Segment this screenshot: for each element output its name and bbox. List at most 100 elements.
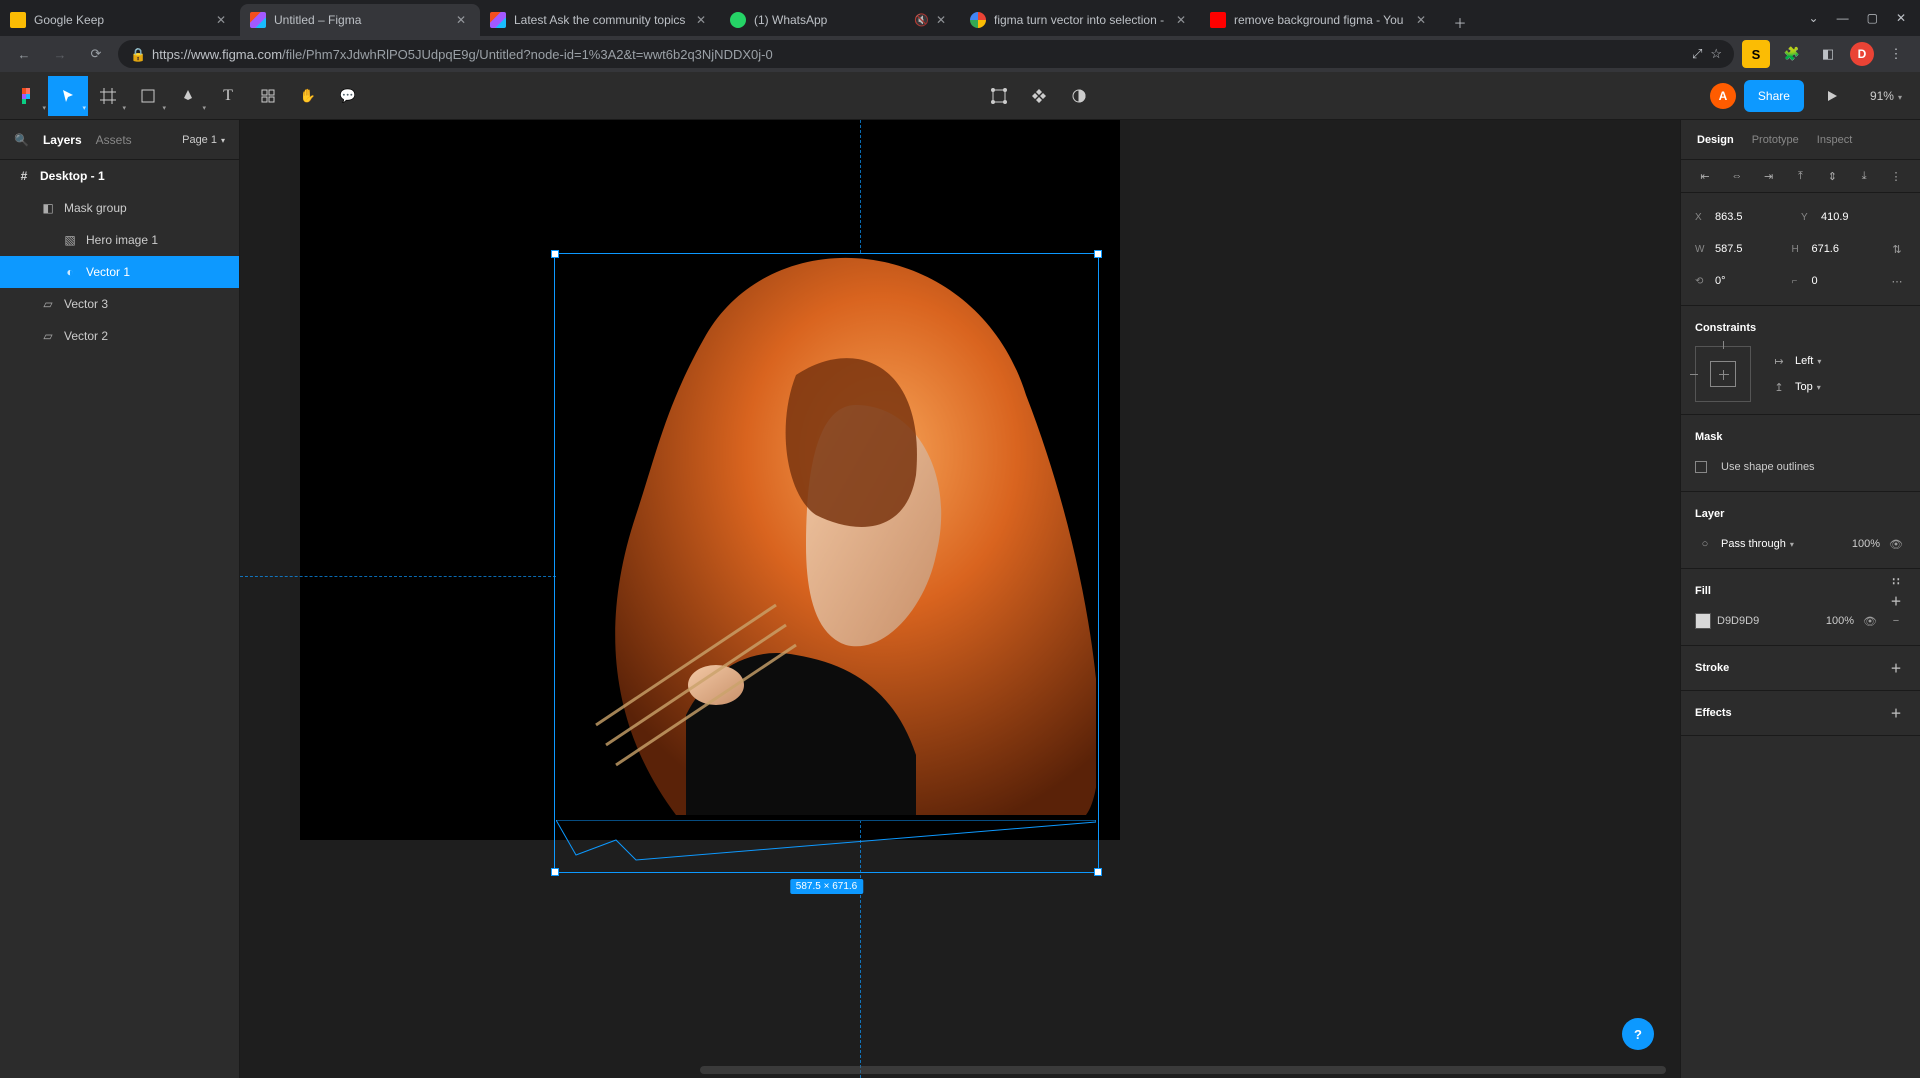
blend-mode-dropdown[interactable]: Pass through [1721, 538, 1846, 550]
mask-icon[interactable] [1059, 76, 1099, 116]
resources-tool[interactable] [248, 76, 288, 116]
reload-button[interactable]: ⟳ [82, 40, 110, 68]
extensions-icon[interactable]: 🧩 [1778, 40, 1806, 68]
browser-tab-active[interactable]: Untitled – Figma ✕ [240, 4, 480, 36]
user-avatar[interactable]: A [1710, 83, 1736, 109]
search-tabs-icon[interactable]: ⌄ [1809, 11, 1819, 25]
align-hcenter-icon[interactable]: ⇔ [1727, 166, 1747, 186]
frame-tool[interactable]: ▾ [88, 76, 128, 116]
browser-tab[interactable]: (1) WhatsApp 🔇 ✕ [720, 4, 960, 36]
selection-box[interactable]: 587.5 × 671.6 [554, 253, 1099, 873]
constrain-proportions-icon[interactable]: ⇅ [1888, 239, 1906, 259]
omnibox[interactable]: 🔒 https://www.figma.com/file/Phm7xJdwhRl… [118, 40, 1734, 68]
layer-opacity-field[interactable]: 100% [1852, 538, 1880, 550]
rotation-field[interactable]: ⟲0° [1695, 275, 1785, 287]
resize-handle[interactable] [551, 250, 559, 258]
v-constraint-dropdown[interactable]: Top [1795, 381, 1821, 393]
layer-mask-group[interactable]: ◧ Mask group [0, 192, 239, 224]
h-field[interactable]: H671.6 [1791, 243, 1881, 255]
fill-hex-field[interactable]: D9D9D9 [1717, 615, 1820, 627]
align-top-icon[interactable]: ⤒ [1790, 166, 1810, 186]
extension-icon[interactable]: S [1742, 40, 1770, 68]
align-bottom-icon[interactable]: ⤓ [1854, 166, 1874, 186]
help-button[interactable]: ? [1622, 1018, 1654, 1050]
radius-field[interactable]: ⌐0 [1791, 275, 1881, 287]
present-button[interactable] [1812, 76, 1852, 116]
layer-vector[interactable]: ▱ Vector 3 [0, 288, 239, 320]
close-icon[interactable]: ✕ [696, 13, 710, 27]
prototype-tab[interactable]: Prototype [1752, 134, 1799, 146]
h-constraint-dropdown[interactable]: Left [1795, 355, 1821, 367]
constraint-diagram[interactable] [1695, 346, 1751, 402]
styles-icon[interactable]: ∷ [1886, 571, 1906, 591]
browser-tab[interactable]: figma turn vector into selection - ✕ [960, 4, 1200, 36]
search-icon[interactable]: 🔍 [14, 133, 29, 147]
shape-tool[interactable]: ▾ [128, 76, 168, 116]
new-tab-button[interactable]: ＋ [1446, 8, 1474, 36]
pen-tool[interactable]: ▾ [168, 76, 208, 116]
maximize-icon[interactable]: ▢ [1867, 11, 1878, 25]
browser-tab[interactable]: remove background figma - You ✕ [1200, 4, 1440, 36]
visibility-icon[interactable]: 👁 [1886, 534, 1906, 554]
profile-avatar[interactable]: D [1850, 42, 1874, 66]
share-button[interactable]: Share [1744, 80, 1804, 112]
browser-tab[interactable]: Latest Ask the community topics ✕ [480, 4, 720, 36]
create-component-icon[interactable] [1019, 76, 1059, 116]
text-tool[interactable]: T [208, 76, 248, 116]
distribute-icon[interactable]: ⋮ [1886, 166, 1906, 186]
forward-button[interactable]: → [46, 40, 74, 68]
fill-swatch[interactable] [1695, 613, 1711, 629]
align-right-icon[interactable]: ⇥ [1759, 166, 1779, 186]
remove-fill-icon[interactable]: − [1886, 611, 1906, 631]
w-field[interactable]: W587.5 [1695, 243, 1785, 255]
design-tab[interactable]: Design [1697, 134, 1734, 146]
edit-object-icon[interactable] [979, 76, 1019, 116]
page-dropdown[interactable]: Page 1 [182, 134, 225, 146]
dimension-badge: 587.5 × 671.6 [790, 879, 863, 894]
canvas[interactable]: 587.5 × 671.6 ? [240, 120, 1680, 1078]
y-field[interactable]: Y410.9 [1801, 211, 1901, 223]
install-icon[interactable]: ⤢ [1692, 46, 1702, 62]
use-shape-outlines-checkbox[interactable]: Use shape outlines [1681, 451, 1920, 483]
bookmark-icon[interactable]: ☆ [1710, 46, 1722, 62]
sidepanel-icon[interactable]: ◧ [1814, 40, 1842, 68]
comment-tool[interactable]: 💬 [328, 76, 368, 116]
align-vcenter-icon[interactable]: ⇕ [1822, 166, 1842, 186]
mask-title: Mask [1695, 431, 1723, 443]
align-left-icon[interactable]: ⇤ [1695, 166, 1715, 186]
assets-tab[interactable]: Assets [96, 133, 132, 147]
hand-tool[interactable]: ✋ [288, 76, 328, 116]
x-field[interactable]: X863.5 [1695, 211, 1795, 223]
layer-frame[interactable]: # Desktop - 1 [0, 160, 239, 192]
main-menu-button[interactable]: ▾ [8, 76, 48, 116]
close-icon[interactable]: ✕ [456, 13, 470, 27]
minimize-icon[interactable]: — [1837, 11, 1849, 25]
layer-image[interactable]: ▧ Hero image 1 [0, 224, 239, 256]
resize-handle[interactable] [1094, 250, 1102, 258]
layers-tab[interactable]: Layers [43, 133, 82, 147]
close-window-icon[interactable]: ✕ [1896, 11, 1906, 25]
add-effect-icon[interactable]: ＋ [1886, 703, 1906, 723]
menu-icon[interactable]: ⋮ [1882, 40, 1910, 68]
mute-icon[interactable]: 🔇 [914, 13, 928, 27]
move-tool[interactable]: ▾ [48, 76, 88, 116]
close-icon[interactable]: ✕ [936, 13, 950, 27]
close-icon[interactable]: ✕ [216, 13, 230, 27]
browser-tab[interactable]: Google Keep ✕ [0, 4, 240, 36]
add-fill-icon[interactable]: ＋ [1886, 591, 1906, 611]
resize-handle[interactable] [1094, 868, 1102, 876]
google-icon [970, 12, 986, 28]
close-icon[interactable]: ✕ [1176, 13, 1190, 27]
back-button[interactable]: ← [10, 40, 38, 68]
close-icon[interactable]: ✕ [1416, 13, 1430, 27]
inspect-tab[interactable]: Inspect [1817, 134, 1852, 146]
visibility-icon[interactable]: 👁 [1860, 611, 1880, 631]
layer-vector[interactable]: ▱ Vector 2 [0, 320, 239, 352]
zoom-dropdown[interactable]: 91% [1860, 89, 1912, 103]
canvas-scrollbar[interactable] [700, 1066, 1666, 1074]
add-stroke-icon[interactable]: ＋ [1886, 658, 1906, 678]
layer-vector-selected[interactable]: ◐ Vector 1 [0, 256, 239, 288]
fill-opacity-field[interactable]: 100% [1826, 615, 1854, 627]
resize-handle[interactable] [551, 868, 559, 876]
more-options-icon[interactable]: ⋯ [1888, 271, 1906, 291]
